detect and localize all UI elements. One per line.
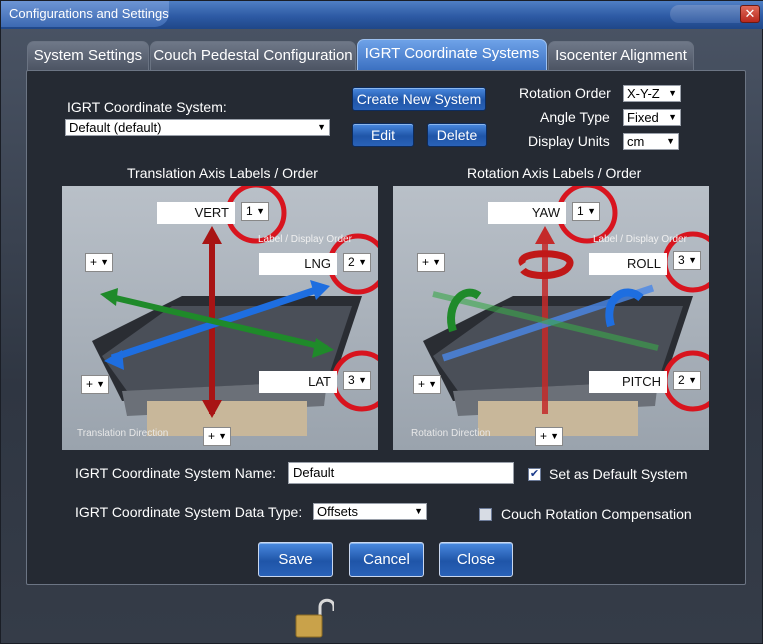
lng-order-value: 2: [348, 255, 355, 269]
chevron-down-icon: ▼: [668, 112, 677, 122]
rotation-sign-select-3[interactable]: + ▼: [535, 427, 563, 446]
rotation-order-label: Rotation Order: [519, 85, 611, 101]
tab-system-settings[interactable]: System Settings: [27, 41, 149, 71]
couch-rotation-compensation-checkbox[interactable]: [479, 508, 492, 521]
tab-couch-pedestal[interactable]: Couch Pedestal Configuration: [150, 41, 356, 71]
chevron-down-icon: ▼: [317, 122, 326, 132]
lng-order-select[interactable]: 2 ▼: [343, 253, 371, 272]
translation-sign-select-3[interactable]: + ▼: [203, 427, 231, 446]
chevron-down-icon: ▼: [96, 379, 105, 389]
translation-direction-label: Translation Direction: [77, 428, 169, 439]
chevron-down-icon: ▼: [256, 206, 265, 216]
cancel-button[interactable]: Cancel: [349, 542, 424, 577]
couch-illustration: [423, 182, 724, 436]
coordinate-system-select[interactable]: Default (default) ▼: [65, 119, 330, 136]
sign-value: +: [208, 429, 216, 443]
title-bar-decoration: [670, 5, 740, 23]
yaw-order-value: 1: [577, 204, 584, 218]
title-bar: Configurations and Settings ✕: [1, 1, 763, 29]
save-button[interactable]: Save: [258, 542, 333, 577]
sign-value: +: [90, 255, 98, 269]
pitch-axis-label: PITCH: [589, 371, 667, 393]
chevron-down-icon: ▼: [218, 431, 227, 441]
lat-order-value: 3: [348, 373, 355, 387]
close-window-button[interactable]: ✕: [740, 5, 760, 23]
chevron-down-icon: ▼: [688, 375, 697, 385]
lat-axis-label: LAT: [259, 371, 337, 393]
vert-order-value: 1: [246, 204, 253, 218]
tab-igrt-coordinate-systems[interactable]: IGRT Coordinate Systems: [357, 39, 547, 71]
system-name-input[interactable]: Default: [288, 462, 514, 484]
chevron-down-icon: ▼: [358, 375, 367, 385]
display-units-value: cm: [627, 134, 645, 149]
angle-type-label: Angle Type: [540, 109, 610, 125]
rotation-section-title: Rotation Axis Labels / Order: [467, 165, 642, 181]
display-units-select[interactable]: cm ▼: [623, 133, 679, 150]
chevron-down-icon: ▼: [428, 379, 437, 389]
window-title: Configurations and Settings: [1, 1, 169, 27]
coordinate-system-value: Default (default): [69, 120, 162, 135]
translation-order-hint: Label / Display Order: [258, 234, 352, 245]
sign-value: +: [422, 255, 430, 269]
rotation-sign-select-1[interactable]: + ▼: [417, 253, 445, 272]
chevron-down-icon: ▼: [414, 506, 423, 516]
default-system-checkbox[interactable]: ✔: [528, 468, 541, 481]
chevron-down-icon: ▼: [688, 255, 697, 265]
couch-rotation-compensation-label: Couch Rotation Compensation: [501, 506, 692, 522]
delete-button[interactable]: Delete: [427, 123, 487, 147]
chevron-down-icon: ▼: [666, 136, 675, 146]
sign-value: +: [540, 429, 548, 443]
translation-sign-select-2[interactable]: + ▼: [81, 375, 109, 394]
translation-couch-image: Label / Display Order: [62, 182, 393, 450]
display-units-label: Display Units: [528, 133, 610, 149]
translation-section-title: Translation Axis Labels / Order: [127, 165, 318, 181]
rotation-sign-select-2[interactable]: + ▼: [413, 375, 441, 394]
data-type-value: Offsets: [317, 504, 358, 519]
vert-axis-label: VERT: [157, 202, 235, 224]
roll-order-select[interactable]: 3 ▼: [673, 251, 701, 270]
data-type-select[interactable]: Offsets ▼: [313, 503, 427, 520]
lat-order-select[interactable]: 3 ▼: [343, 371, 371, 390]
roll-axis-label: ROLL: [589, 253, 667, 275]
default-system-label: Set as Default System: [549, 466, 688, 482]
chevron-down-icon: ▼: [432, 257, 441, 267]
pitch-order-value: 2: [678, 373, 685, 387]
edit-button[interactable]: Edit: [352, 123, 414, 147]
close-button[interactable]: Close: [439, 542, 513, 577]
rotation-couch-image: Label / Display Order: [393, 182, 724, 450]
yaw-order-select[interactable]: 1 ▼: [572, 202, 600, 221]
chevron-down-icon: ▼: [358, 257, 367, 267]
angle-type-value: Fixed: [627, 110, 659, 125]
settings-window: Configurations and Settings ✕ System Set…: [0, 0, 763, 644]
chevron-down-icon: ▼: [550, 431, 559, 441]
translation-sign-select-1[interactable]: + ▼: [85, 253, 113, 272]
sign-value: +: [418, 377, 426, 391]
lng-axis-label: LNG: [259, 253, 337, 275]
unlocked-padlock-icon[interactable]: [294, 597, 334, 641]
rotation-order-value: X-Y-Z: [627, 86, 660, 101]
coordinate-system-label: IGRT Coordinate System:: [67, 99, 227, 115]
pitch-order-select[interactable]: 2 ▼: [673, 371, 701, 390]
chevron-down-icon: ▼: [100, 257, 109, 267]
rotation-direction-label: Rotation Direction: [411, 428, 491, 439]
data-type-label: IGRT Coordinate System Data Type:: [75, 504, 303, 520]
tab-isocenter-alignment[interactable]: Isocenter Alignment: [548, 41, 694, 71]
rotation-order-select[interactable]: X-Y-Z ▼: [623, 85, 681, 102]
sign-value: +: [86, 377, 94, 391]
create-new-system-button[interactable]: Create New System: [352, 87, 486, 111]
system-name-label: IGRT Coordinate System Name:: [75, 465, 277, 481]
chevron-down-icon: ▼: [587, 206, 596, 216]
angle-type-select[interactable]: Fixed ▼: [623, 109, 681, 126]
roll-order-value: 3: [678, 253, 685, 267]
rotation-order-hint: Label / Display Order: [593, 234, 687, 245]
chevron-down-icon: ▼: [668, 88, 677, 98]
yaw-axis-label: YAW: [488, 202, 566, 224]
vert-order-select[interactable]: 1 ▼: [241, 202, 269, 221]
couch-illustration: [92, 182, 393, 436]
